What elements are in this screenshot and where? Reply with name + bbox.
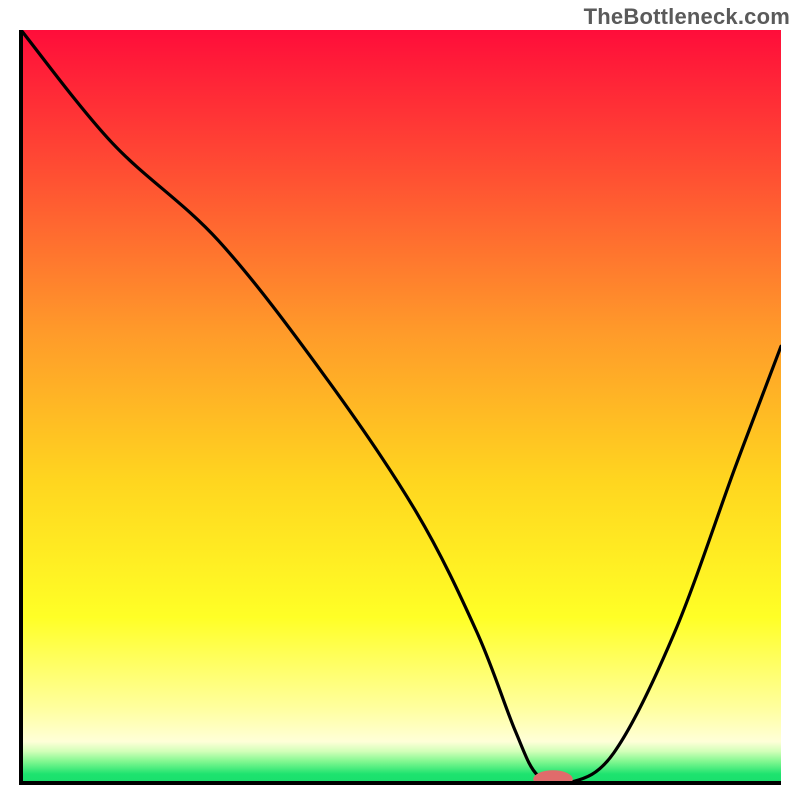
chart-stage: TheBottleneck.com: [0, 0, 800, 800]
bottleneck-chart: [0, 0, 800, 800]
gradient-background: [21, 30, 781, 783]
optimal-marker: [533, 770, 573, 788]
watermark-text: TheBottleneck.com: [584, 4, 790, 30]
